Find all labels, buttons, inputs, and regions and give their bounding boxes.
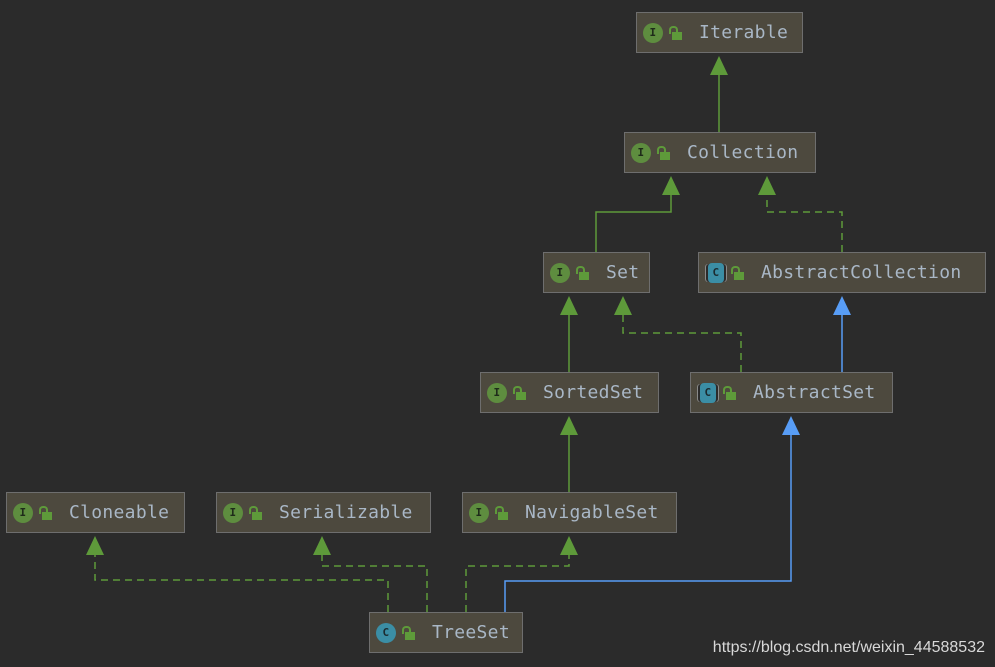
edge-abstractcollection-collection: [766, 192, 843, 252]
edges-layer: [86, 56, 851, 612]
edge-treeset-navigableset: [465, 552, 570, 612]
node-label: Cloneable: [69, 502, 170, 523]
node-serializable[interactable]: I Serializable: [216, 492, 431, 533]
node-treeset[interactable]: C TreeSet: [369, 612, 523, 653]
public-lock-icon: [576, 265, 590, 281]
arrowhead: [313, 536, 331, 555]
node-set[interactable]: I Set: [543, 252, 650, 293]
arrowhead: [614, 296, 632, 315]
interface-icon: I: [13, 502, 33, 523]
public-lock-icon: [39, 505, 53, 521]
node-abstractset[interactable]: C AbstractSet: [690, 372, 893, 413]
interface-icon: I: [223, 502, 243, 523]
interface-icon: I: [550, 262, 570, 283]
watermark: https://blog.csdn.net/weixin_44588532: [712, 639, 985, 656]
node-label: TreeSet: [432, 622, 510, 643]
node-collection[interactable]: I Collection: [624, 132, 816, 173]
public-lock-icon: [657, 145, 671, 161]
arrowhead: [662, 176, 680, 195]
arrowhead: [560, 416, 578, 435]
public-lock-icon: [513, 385, 527, 401]
node-label: AbstractSet: [753, 382, 876, 403]
class-icon: C: [708, 262, 724, 283]
public-lock-icon: [669, 25, 683, 41]
public-lock-icon: [723, 385, 737, 401]
class-icon: C: [700, 382, 716, 403]
arrowhead: [782, 416, 800, 435]
node-label: Collection: [687, 142, 799, 163]
node-label: Iterable: [699, 22, 789, 43]
arrowhead: [560, 536, 578, 555]
edge-abstractset-set: [622, 312, 742, 372]
interface-icon: I: [631, 142, 651, 163]
class-icon: C: [376, 622, 396, 643]
node-navigableset[interactable]: I NavigableSet: [462, 492, 677, 533]
public-lock-icon: [495, 505, 509, 521]
arrowhead: [86, 536, 104, 555]
public-lock-icon: [731, 265, 745, 281]
node-abstractcollection[interactable]: C AbstractCollection: [698, 252, 986, 293]
node-label: NavigableSet: [525, 502, 659, 523]
node-label: Serializable: [279, 502, 413, 523]
node-label: AbstractCollection: [761, 262, 962, 283]
node-cloneable[interactable]: I Cloneable: [6, 492, 185, 533]
node-iterable[interactable]: I Iterable: [636, 12, 803, 53]
edge-treeset-cloneable: [94, 552, 389, 612]
interface-icon: I: [643, 22, 663, 43]
arrowhead: [758, 176, 776, 195]
node-sortedset[interactable]: I SortedSet: [480, 372, 659, 413]
interface-icon: I: [487, 382, 507, 403]
arrowhead: [833, 296, 851, 315]
arrowhead: [710, 56, 728, 75]
public-lock-icon: [249, 505, 263, 521]
public-lock-icon: [402, 625, 416, 641]
arrowhead: [560, 296, 578, 315]
node-label: SortedSet: [543, 382, 644, 403]
edge-treeset-serializable: [321, 552, 428, 612]
edge-set-collection: [595, 192, 672, 252]
node-label: Set: [606, 262, 640, 283]
interface-icon: I: [469, 502, 489, 523]
